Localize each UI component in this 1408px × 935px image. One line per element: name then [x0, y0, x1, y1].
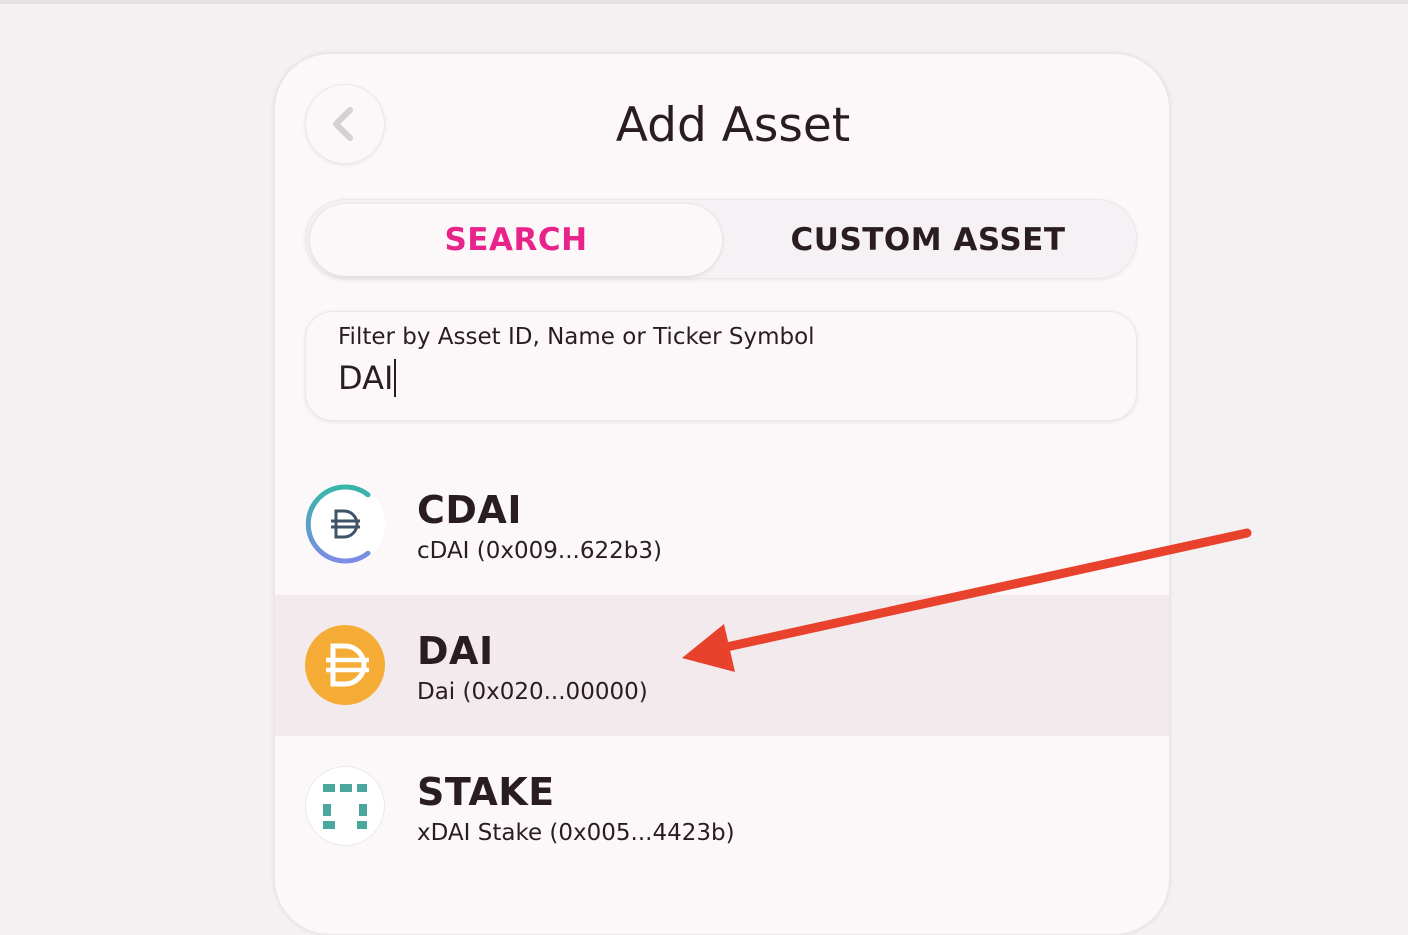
- asset-list: CDAI cDAI (0x009...622b3) DAI Dai (0x020…: [275, 454, 1169, 877]
- window-top-edge: [0, 0, 1408, 4]
- asset-symbol: STAKE: [417, 770, 555, 814]
- search-input-value: DAI: [338, 359, 394, 397]
- asset-name: Dai (0x020...00000): [417, 679, 648, 705]
- add-asset-panel: Add Asset SEARCH CUSTOM ASSET Filter by …: [274, 53, 1170, 935]
- search-input[interactable]: DAI: [338, 356, 397, 400]
- asset-symbol: DAI: [417, 629, 494, 673]
- asset-name: cDAI (0x009...622b3): [417, 538, 662, 564]
- dai-logo-icon: [305, 625, 385, 705]
- search-field-label: Filter by Asset ID, Name or Ticker Symbo…: [338, 324, 815, 350]
- asset-row-cdai[interactable]: CDAI cDAI (0x009...622b3): [275, 454, 1169, 595]
- asset-row-stake[interactable]: STAKE xDAI Stake (0x005...4423b): [275, 736, 1169, 877]
- asset-row-dai[interactable]: DAI Dai (0x020...00000): [275, 595, 1169, 736]
- text-caret: [394, 359, 397, 397]
- search-field[interactable]: Filter by Asset ID, Name or Ticker Symbo…: [305, 311, 1137, 421]
- tab-custom-asset[interactable]: CUSTOM ASSET: [722, 204, 1134, 276]
- stake-logo-icon: [305, 766, 385, 846]
- page-title: Add Asset: [615, 98, 851, 153]
- cdai-logo-icon: [305, 484, 385, 564]
- asset-symbol: CDAI: [417, 488, 522, 532]
- tab-search[interactable]: SEARCH: [310, 204, 722, 276]
- tab-bar: SEARCH CUSTOM ASSET: [305, 199, 1137, 279]
- asset-name: xDAI Stake (0x005...4423b): [417, 820, 735, 846]
